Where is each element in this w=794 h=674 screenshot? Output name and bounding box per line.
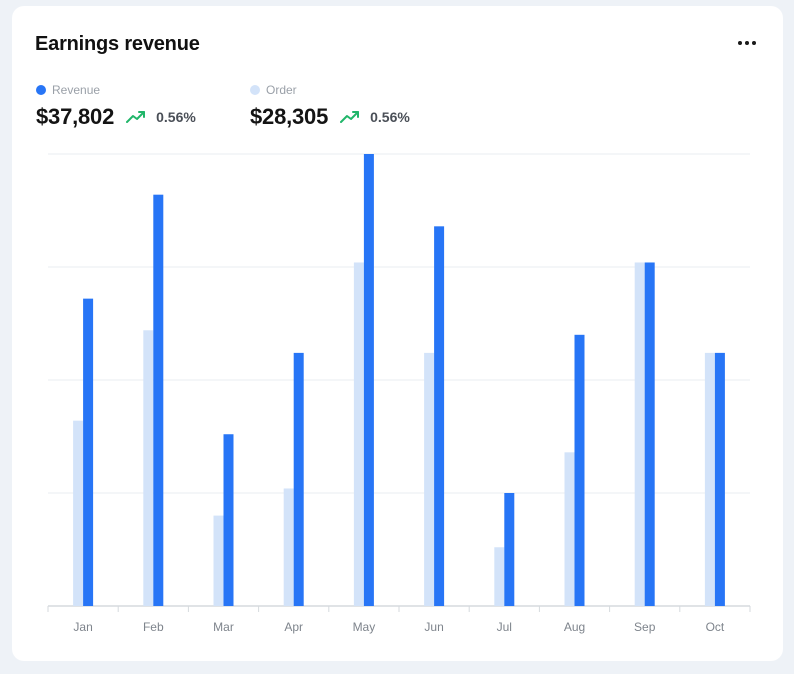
bar-order <box>213 515 224 606</box>
earnings-revenue-card: Earnings revenue Revenue $37,802 0.56% O… <box>12 6 783 661</box>
bar-revenue <box>574 334 585 606</box>
x-tick-label: Aug <box>564 620 585 634</box>
x-tick-label: Oct <box>706 620 725 634</box>
bar-order <box>424 352 435 606</box>
bar-order <box>73 420 84 606</box>
earnings-bar-chart: Jan Feb Mar Apr May Jun Jul Aug Sep Oct <box>47 153 751 634</box>
x-tick-label: Feb <box>143 620 164 634</box>
bar-revenue <box>153 194 164 606</box>
bar-order <box>634 262 645 606</box>
x-tick-label: Jul <box>497 620 512 634</box>
x-tick-label: Sep <box>634 620 656 634</box>
bar-revenue <box>83 298 94 606</box>
bar-revenue <box>223 434 234 606</box>
x-tick-label: Jun <box>424 620 443 634</box>
x-tick-label: May <box>353 620 376 634</box>
bar-revenue <box>434 226 445 606</box>
x-tick-label: Apr <box>284 620 303 634</box>
bar-order <box>283 488 294 606</box>
bar-revenue <box>293 352 304 606</box>
bar-order <box>353 262 364 606</box>
bar-order <box>494 547 505 606</box>
bar-revenue <box>363 154 374 606</box>
bar-revenue <box>644 262 655 606</box>
bar-revenue <box>714 352 725 606</box>
bar-order <box>704 352 715 606</box>
x-tick-label: Jan <box>73 620 92 634</box>
x-tick-label: Mar <box>213 620 234 634</box>
bar-order <box>143 330 154 606</box>
bar-revenue <box>504 493 515 606</box>
bar-order <box>564 452 575 606</box>
